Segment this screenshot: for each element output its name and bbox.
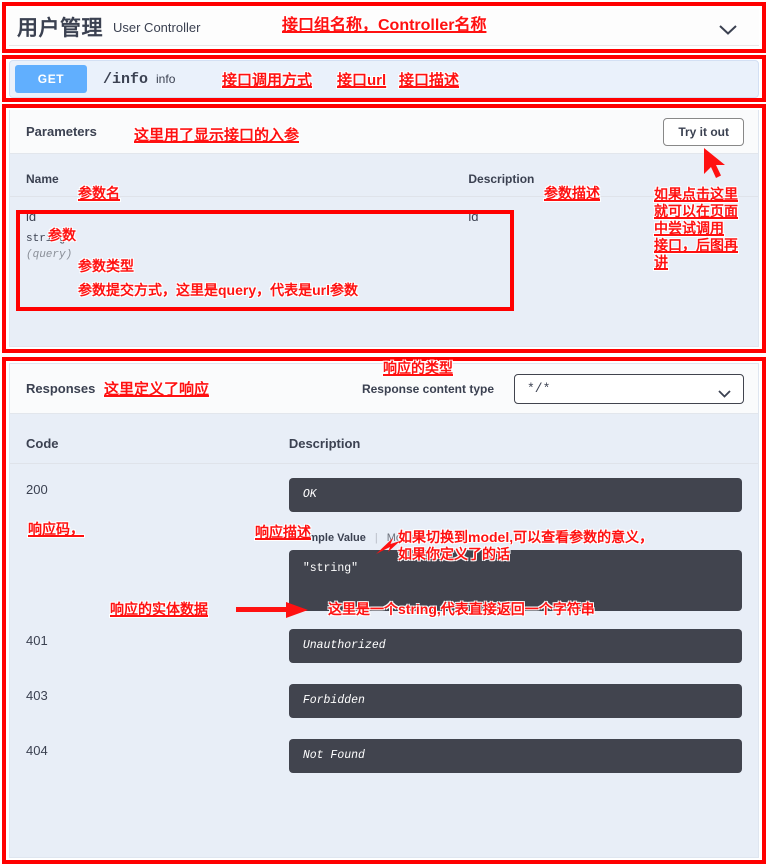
- operation-row[interactable]: GET /info info: [9, 60, 759, 98]
- responses-panel: Responses Response content type */* Code…: [9, 363, 759, 858]
- parameter-description-cell: id: [468, 209, 479, 224]
- response-code: 404: [26, 743, 48, 758]
- response-code: 403: [26, 688, 48, 703]
- responses-table: Code Description 200 OK Example Value | …: [10, 414, 758, 773]
- operation-path: /info: [103, 70, 149, 88]
- tab-model[interactable]: Model: [387, 532, 417, 544]
- response-description-cell: OK Example Value | Model "string": [273, 464, 758, 611]
- tab-example-value[interactable]: Example Value: [289, 532, 366, 544]
- table-row: 401 Unauthorized: [10, 611, 758, 663]
- parameter-name-cell: id string (query): [10, 197, 452, 276]
- parameter-in: (query): [26, 249, 73, 261]
- table-row: id string (query) id: [10, 197, 758, 276]
- parameters-panel: Parameters Try it out Name Description i…: [9, 110, 759, 347]
- try-it-out-button[interactable]: Try it out: [663, 117, 744, 146]
- parameters-table-header-row: Name Description: [10, 154, 758, 197]
- parameters-table: Name Description id string (query) id: [10, 154, 758, 275]
- parameters-title: Parameters: [26, 124, 97, 139]
- responses-title: Responses: [26, 381, 96, 396]
- parameter-type: string: [26, 233, 66, 245]
- parameters-col-description: Description: [452, 154, 758, 197]
- http-method-badge: GET: [15, 65, 87, 93]
- responses-col-description: Description: [272, 414, 758, 464]
- tag-title: 用户管理: [17, 17, 103, 40]
- response-description-cell: Not Found: [273, 718, 758, 773]
- chevron-down-icon[interactable]: [719, 22, 737, 35]
- response-description-cell: Unauthorized: [273, 611, 758, 663]
- response-code: 401: [26, 633, 48, 648]
- responses-col-code: Code: [10, 414, 273, 464]
- response-content-type-select[interactable]: */*: [514, 373, 744, 404]
- parameters-col-name: Name: [10, 154, 453, 197]
- response-description: Unauthorized: [288, 629, 742, 663]
- tag-subtitle: User Controller: [113, 19, 201, 35]
- response-content-type-value: */*: [527, 381, 551, 396]
- response-description: OK: [288, 478, 742, 512]
- response-description-cell: Forbidden: [273, 663, 758, 718]
- example-tabs: Example Value | Model: [289, 532, 758, 544]
- table-row: 200 OK Example Value | Model "string": [10, 464, 758, 611]
- parameters-header: Parameters Try it out: [10, 110, 758, 154]
- chevron-down-icon: [718, 385, 731, 398]
- responses-table-header-row: Code Description: [10, 414, 758, 464]
- response-code: 200: [26, 482, 48, 497]
- table-row: 404 Not Found: [10, 718, 758, 773]
- response-description: Not Found: [288, 739, 742, 773]
- tab-separator: |: [374, 532, 378, 544]
- response-description: Forbidden: [288, 684, 742, 718]
- response-content-type-label: Response content type: [361, 381, 494, 396]
- table-row: 403 Forbidden: [10, 663, 758, 718]
- operation-summary: info: [156, 72, 176, 86]
- example-value-code: "string": [288, 550, 742, 611]
- responses-header: Responses Response content type */*: [10, 364, 758, 414]
- parameter-name: id: [26, 209, 37, 224]
- tag-header[interactable]: 用户管理 User Controller: [9, 9, 759, 46]
